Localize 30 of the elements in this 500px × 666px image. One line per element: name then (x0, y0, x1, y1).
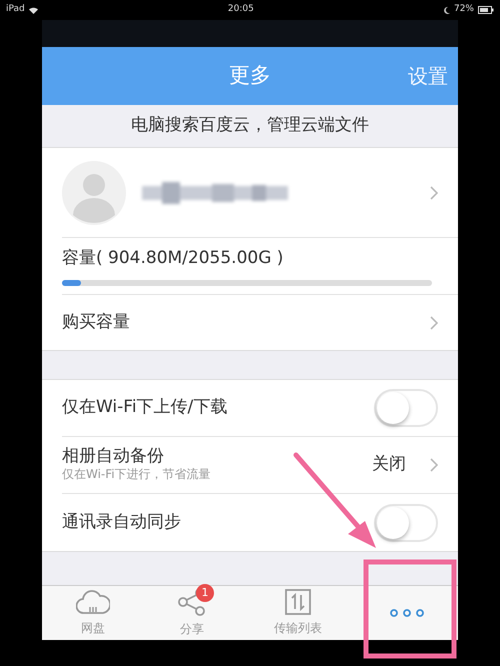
clock-time: 20:05 (228, 3, 254, 16)
settings-link[interactable]: 设置 (408, 61, 448, 91)
wifi-icon (28, 6, 38, 14)
tab-item[interactable]: 网盘 (42, 586, 144, 640)
setting-label: 通讯录自动同步 (62, 510, 181, 534)
avatar-icon (62, 160, 126, 224)
tab-item[interactable]: 1 分享 (144, 586, 240, 640)
share-icon (178, 588, 206, 616)
setting-label: 仅在Wi-Fi下上传/下载 (62, 396, 228, 420)
chevron-icon (430, 458, 438, 472)
setting-label: 相册自动备份 (62, 446, 165, 466)
battery-percent: 72% (454, 3, 474, 16)
more-icon (390, 609, 424, 617)
transfer-icon (285, 589, 311, 615)
toggle-switch[interactable] (374, 389, 438, 427)
device-name: iPad (6, 3, 25, 16)
toggle-switch[interactable] (374, 504, 438, 542)
setting-value: 关闭 (372, 453, 406, 476)
buy-row[interactable]: 购买容量 (62, 295, 458, 350)
chevron-icon (430, 316, 438, 330)
notification-badge: 1 (196, 584, 214, 602)
capacity-label: 容量( 904.80M/2055.00G ) (62, 247, 284, 270)
moon-icon (444, 6, 450, 14)
battery-icon (478, 6, 494, 14)
setting-hint: 仅在Wi-Fi下进行，节省流量 (62, 466, 211, 484)
cloud-icon (76, 589, 110, 615)
tab-item[interactable]: 传输列表 (240, 586, 356, 640)
buy-label: 购买容量 (62, 310, 130, 334)
page-title: 更多 (229, 62, 271, 90)
chevron-icon (430, 186, 438, 200)
